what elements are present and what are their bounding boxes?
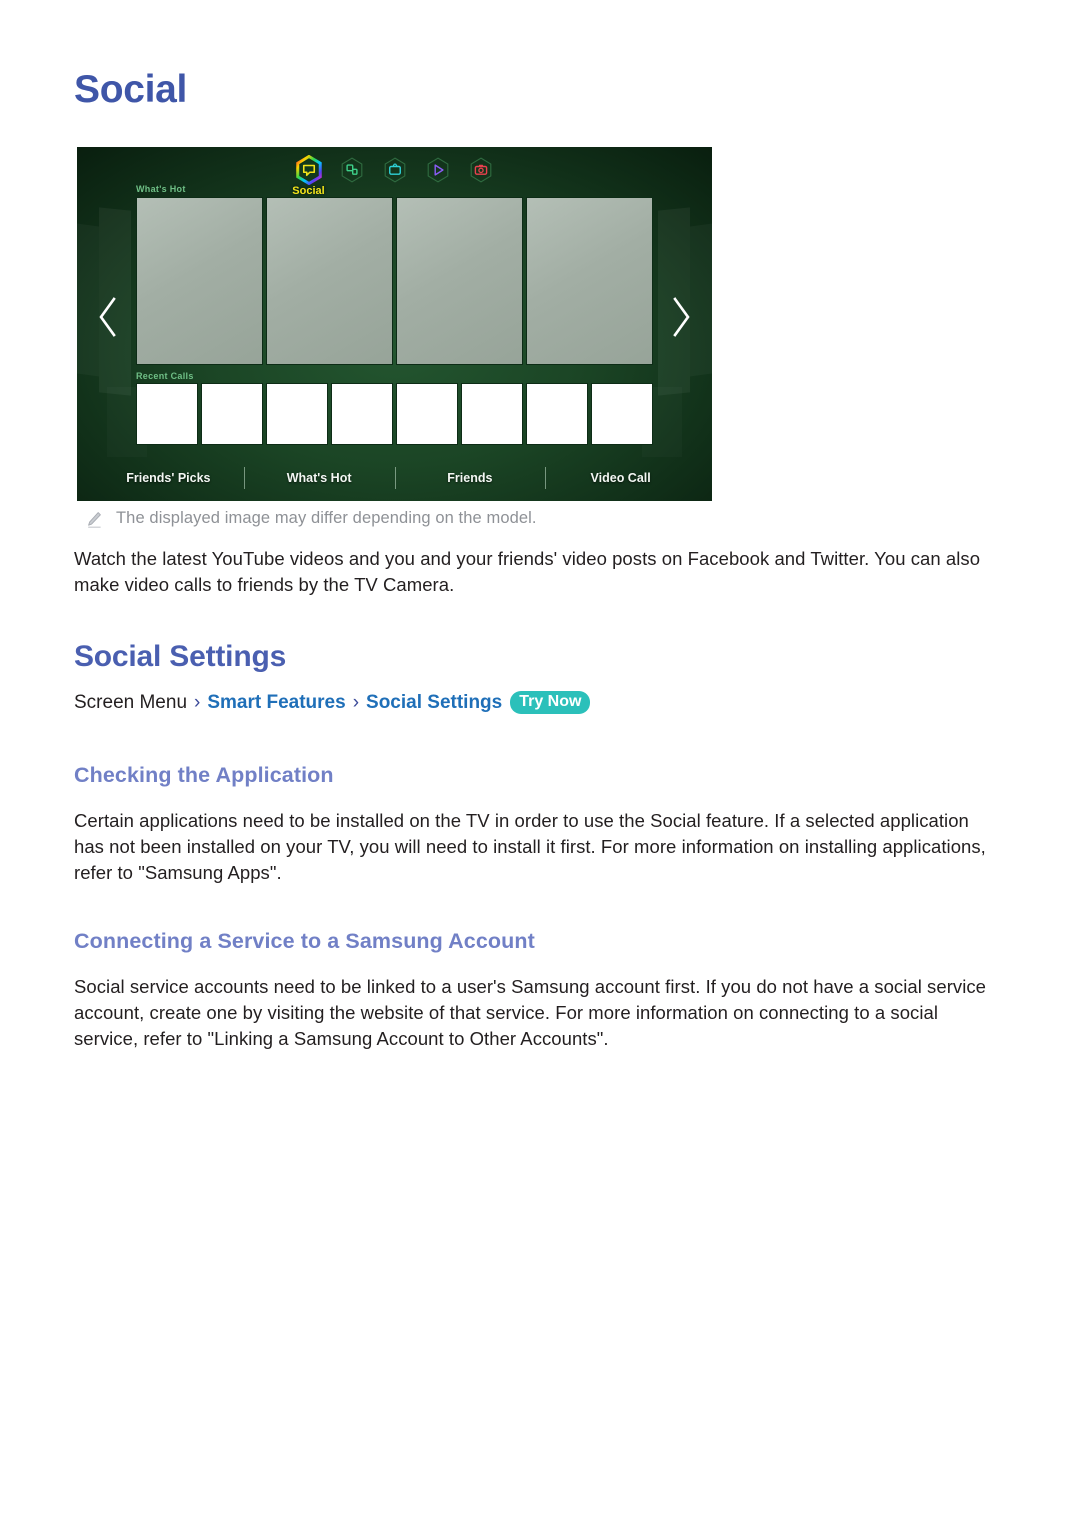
- tv-section-label-whats-hot: What's Hot: [136, 184, 186, 194]
- social-hex-icon[interactable]: Social: [292, 155, 325, 197]
- tv-recent-call-thumb[interactable]: [396, 383, 458, 445]
- camera-hex-icon[interactable]: [466, 155, 496, 185]
- tv-app-icon-bar: Social: [77, 155, 712, 197]
- tv-recent-call-thumb[interactable]: [526, 383, 588, 445]
- tv-section-label-recent-calls: Recent Calls: [136, 371, 194, 381]
- breadcrumb-root: Screen Menu: [74, 691, 188, 713]
- tv-recent-call-thumb[interactable]: [201, 383, 263, 445]
- tv-recent-calls-row: [136, 383, 653, 445]
- tv-content-tile[interactable]: [266, 197, 393, 365]
- tv-whats-hot-tile-row: [136, 197, 653, 365]
- social-icon-label: Social: [292, 185, 325, 197]
- heading-social-settings: Social Settings: [74, 640, 287, 673]
- tv-screenshot-figure: Social What's Hot Recent Calls Friends' …: [77, 147, 712, 501]
- connecting-paragraph: Social service accounts need to be linke…: [74, 976, 987, 1049]
- tv-recent-call-thumb[interactable]: [136, 383, 198, 445]
- tv-content-tile[interactable]: [396, 197, 523, 365]
- tv-bottom-nav: Friends' Picks What's Hot Friends Video …: [93, 465, 696, 491]
- tv-nav-video-call[interactable]: Video Call: [545, 465, 696, 491]
- breadcrumb-smart-features[interactable]: Smart Features: [207, 692, 345, 714]
- tv-nav-friends-picks[interactable]: Friends' Picks: [93, 465, 244, 491]
- chevron-left-icon[interactable]: [95, 295, 121, 339]
- intro-paragraph: Watch the latest YouTube videos and you …: [74, 548, 981, 595]
- play-hex-icon[interactable]: [423, 155, 453, 185]
- tv-nav-friends[interactable]: Friends: [394, 465, 546, 491]
- tv-nav-whats-hot[interactable]: What's Hot: [243, 465, 395, 491]
- breadcrumb-separator: ›: [352, 691, 360, 713]
- tv-recent-call-thumb[interactable]: [331, 383, 393, 445]
- chevron-right-icon[interactable]: [668, 295, 694, 339]
- heading-connecting-a-service: Connecting a Service to a Samsung Accoun…: [74, 929, 535, 953]
- checking-paragraph: Certain applications need to be installe…: [74, 810, 986, 883]
- tv-content-tile[interactable]: [136, 197, 263, 365]
- page-title: Social: [74, 68, 188, 111]
- tv-hex-icon[interactable]: [380, 155, 410, 185]
- tv-recent-call-thumb[interactable]: [461, 383, 523, 445]
- heading-checking-the-application: Checking the Application: [74, 763, 334, 787]
- try-now-badge[interactable]: Try Now: [510, 691, 591, 714]
- figure-note: The displayed image may differ depending…: [86, 509, 537, 529]
- tv-recent-call-thumb[interactable]: [591, 383, 653, 445]
- breadcrumb-social-settings[interactable]: Social Settings: [366, 692, 502, 714]
- tv-recent-call-thumb[interactable]: [266, 383, 328, 445]
- document-page: Social Social What's Hot Recent Calls Fr…: [0, 0, 1080, 1527]
- pencil-icon: [86, 511, 102, 529]
- breadcrumb-separator: ›: [194, 691, 201, 713]
- figure-note-text: The displayed image may differ depending…: [116, 509, 537, 527]
- breadcrumb: Screen Menu › Smart Features › Social Se…: [74, 691, 591, 714]
- apps-hex-icon[interactable]: [337, 155, 367, 185]
- tv-content-tile[interactable]: [526, 197, 653, 365]
